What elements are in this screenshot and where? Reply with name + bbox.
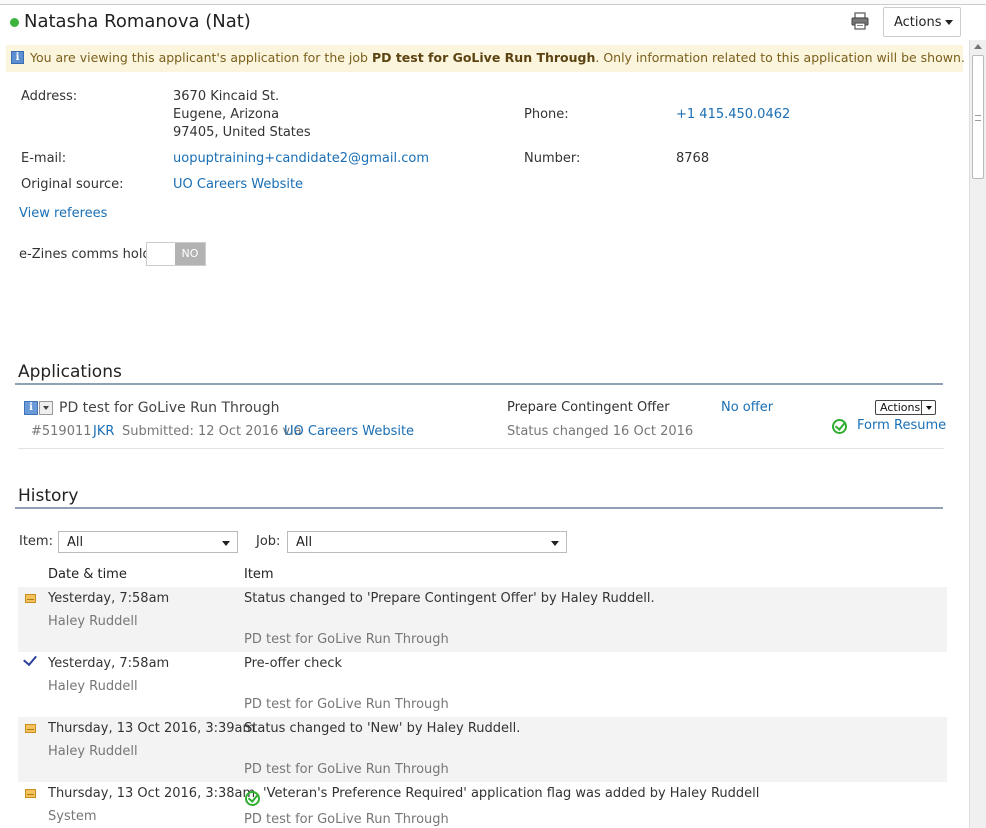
history-job: PD test for GoLive Run Through	[244, 632, 449, 647]
history-text: Status changed to 'Prepare Contingent Of…	[244, 591, 655, 606]
info-icon: i	[11, 51, 24, 64]
scroll-thumb[interactable]	[972, 55, 984, 179]
phone-label: Phone:	[524, 107, 569, 122]
email-label: E-mail:	[21, 151, 67, 166]
view-referees-link[interactable]: View referees	[19, 206, 107, 221]
top-border	[0, 0, 986, 5]
history-text: Pre-offer check	[244, 656, 343, 671]
history-row: Thursday, 13 Oct 2016, 3:39am Haley Rudd…	[18, 717, 947, 782]
number-label: Number:	[524, 151, 581, 166]
history-user: System	[48, 809, 97, 824]
address-line1: 3670 Kincaid St.	[173, 89, 280, 104]
applicant-name: Natasha Romanova (Nat)	[24, 11, 251, 32]
job-context-notice: i You are viewing this applicant's appli…	[6, 45, 965, 72]
chevron-down-icon	[222, 541, 230, 546]
scroll-up-icon[interactable]	[974, 44, 982, 49]
job-filter-label: Job:	[256, 534, 281, 549]
ezines-label: e-Zines comms hold	[19, 247, 151, 262]
application-actions-button[interactable]: Actions	[875, 400, 936, 415]
history-user: Haley Ruddell	[48, 744, 138, 759]
history-user: Haley Ruddell	[48, 614, 138, 629]
mail-icon	[25, 594, 36, 603]
history-row: Thursday, 13 Oct 2016, 3:38am System 'Ve…	[18, 782, 947, 828]
application-status: Prepare Contingent Offer	[507, 400, 670, 415]
resume-link[interactable]: Resume	[894, 418, 946, 433]
history-job: PD test for GoLive Run Through	[244, 697, 449, 712]
column-header-item: Item	[244, 567, 274, 582]
vertical-scrollbar[interactable]	[969, 40, 986, 828]
phone-link[interactable]: +1 415.450.0462	[676, 107, 790, 122]
history-user: Haley Ruddell	[48, 679, 138, 694]
divider	[921, 401, 922, 414]
address-label: Address:	[21, 89, 78, 104]
printer-icon[interactable]	[850, 12, 870, 30]
history-row: Yesterday, 7:58am Haley Ruddell Pre-offe…	[18, 651, 947, 717]
applications-heading: Applications	[18, 362, 122, 382]
history-datetime: Yesterday, 7:58am	[48, 656, 170, 671]
application-actions-label: Actions	[880, 401, 921, 414]
info-icon[interactable]: i	[24, 401, 38, 415]
status-dot-icon	[10, 18, 19, 27]
toggle-state: NO	[175, 243, 205, 265]
dropdown-toggle-icon[interactable]	[39, 401, 53, 415]
history-datetime: Yesterday, 7:58am	[48, 591, 170, 606]
history-text: 'Veteran's Preference Required' applicat…	[263, 786, 760, 801]
address-line2: Eugene, Arizona	[173, 107, 280, 122]
application-job-title[interactable]: PD test for GoLive Run Through	[59, 400, 280, 416]
offer-link[interactable]: No offer	[721, 400, 773, 415]
chevron-down-icon	[945, 20, 953, 25]
mail-icon	[25, 724, 36, 733]
column-header-datetime: Date & time	[48, 567, 127, 582]
notice-job: PD test for GoLive Run Through	[371, 50, 596, 65]
application-source-link[interactable]: UO Careers Website	[284, 424, 414, 439]
history-text: Status changed to 'New' by Haley Ruddell…	[244, 721, 521, 736]
history-row: Yesterday, 7:58am Haley Ruddell Status c…	[18, 587, 947, 652]
applications-rule	[15, 383, 943, 385]
check-circle-icon	[245, 791, 260, 806]
history-job: PD test for GoLive Run Through	[244, 762, 449, 777]
chevron-down-icon	[926, 406, 932, 410]
notice-prefix: You are viewing this applicant's applica…	[30, 50, 372, 65]
email-link[interactable]: uopuptraining+candidate2@gmail.com	[173, 151, 429, 166]
number-value: 8768	[676, 151, 710, 166]
item-filter-label: Item:	[19, 534, 53, 549]
job-filter-select[interactable]: All	[287, 531, 567, 553]
form-link[interactable]: Form	[857, 418, 890, 433]
grip-icon	[975, 115, 981, 121]
address-line3: 97405, United States	[173, 125, 311, 140]
history-heading: History	[18, 486, 79, 506]
item-filter-value: All	[67, 535, 84, 550]
item-filter-select[interactable]: All	[58, 531, 238, 553]
history-datetime: Thursday, 13 Oct 2016, 3:38am	[48, 786, 256, 801]
job-filter-value: All	[296, 535, 313, 550]
chevron-down-icon	[551, 541, 559, 546]
applicant-header: Natasha Romanova (Nat) Actions	[0, 6, 970, 40]
application-status-changed: Status changed 16 Oct 2016	[507, 424, 694, 439]
source-link[interactable]: UO Careers Website	[173, 177, 303, 192]
history-job: PD test for GoLive Run Through	[244, 812, 449, 827]
check-circle-icon	[832, 419, 847, 434]
checkmark-icon	[23, 651, 37, 667]
actions-dropdown-button[interactable]: Actions	[883, 7, 961, 37]
actions-label: Actions	[894, 14, 942, 30]
application-owner-link[interactable]: JKR	[93, 424, 114, 439]
history-datetime: Thursday, 13 Oct 2016, 3:39am	[48, 721, 256, 736]
application-divider	[18, 448, 944, 449]
history-rule	[15, 507, 943, 509]
application-icons[interactable]: i	[24, 401, 54, 415]
mail-icon	[25, 789, 36, 798]
application-submitted: Submitted: 12 Oct 2016 via	[122, 424, 302, 439]
notice-suffix: . Only information related to this appli…	[595, 50, 965, 65]
application-id: #519011	[31, 424, 92, 439]
source-label: Original source:	[21, 177, 124, 192]
ezines-comms-hold-toggle[interactable]: NO	[146, 242, 206, 266]
